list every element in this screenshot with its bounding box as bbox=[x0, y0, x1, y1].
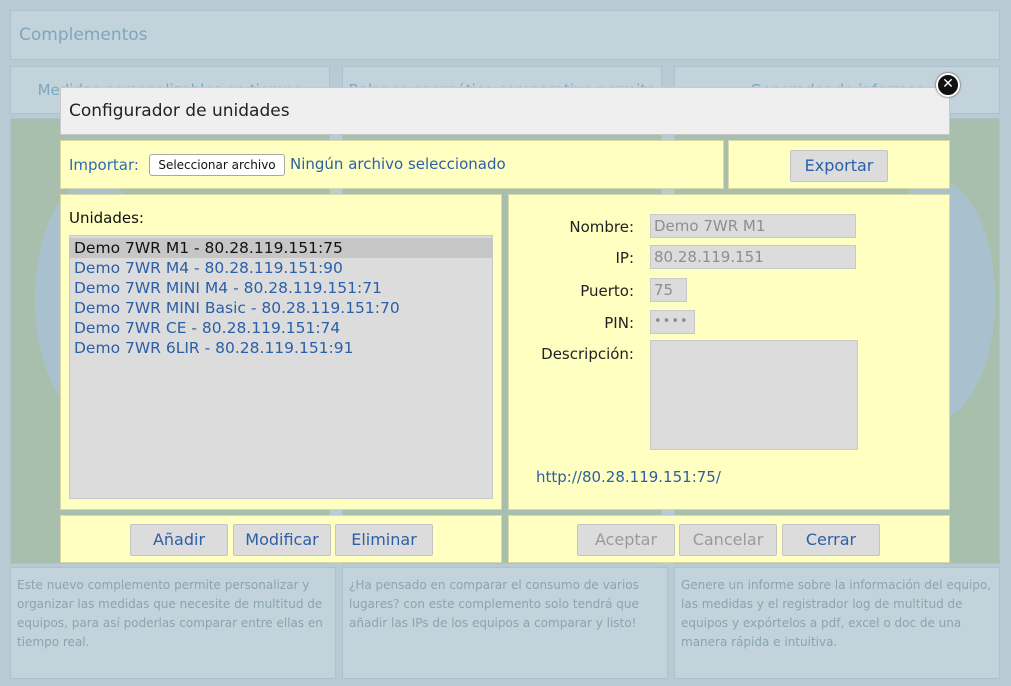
modal-title: Configurador de unidades bbox=[60, 87, 950, 135]
close-icon[interactable]: ✕ bbox=[936, 73, 960, 97]
description-label: Descripción: bbox=[541, 345, 634, 363]
import-panel: Importar: Seleccionar archivo Ningún arc… bbox=[60, 140, 724, 189]
port-label: Puerto: bbox=[580, 282, 634, 300]
add-button[interactable]: Añadir bbox=[130, 524, 228, 556]
list-actions-panel: Añadir Modificar Eliminar bbox=[60, 515, 502, 563]
units-label: Unidades: bbox=[69, 209, 144, 227]
list-item[interactable]: Demo 7WR MINI M4 - 80.28.119.151:71 bbox=[70, 278, 492, 298]
bg-card-desc-2: ¿Ha pensado en comparar el consumo de va… bbox=[342, 567, 668, 679]
port-field[interactable]: 75 bbox=[650, 278, 687, 302]
form-actions-panel: Aceptar Cancelar Cerrar bbox=[508, 515, 950, 563]
list-item[interactable]: Demo 7WR CE - 80.28.119.151:74 bbox=[70, 318, 492, 338]
cancel-button[interactable]: Cancelar bbox=[679, 524, 777, 556]
select-file-button[interactable]: Seleccionar archivo bbox=[149, 154, 285, 176]
export-panel: Exportar bbox=[728, 140, 950, 189]
export-button[interactable]: Exportar bbox=[790, 150, 888, 182]
accept-button[interactable]: Aceptar bbox=[577, 524, 675, 556]
delete-button[interactable]: Eliminar bbox=[335, 524, 433, 556]
file-status: Ningún archivo seleccionado bbox=[290, 155, 506, 173]
name-field[interactable]: Demo 7WR M1 bbox=[650, 214, 856, 238]
units-list[interactable]: Demo 7WR M1 - 80.28.119.151:75 Demo 7WR … bbox=[69, 235, 493, 499]
ip-field[interactable]: 80.28.119.151 bbox=[650, 245, 856, 269]
list-item[interactable]: Demo 7WR M1 - 80.28.119.151:75 bbox=[70, 238, 492, 258]
list-item[interactable]: Demo 7WR MINI Basic - 80.28.119.151:70 bbox=[70, 298, 492, 318]
name-label: Nombre: bbox=[569, 218, 634, 236]
unit-url-link[interactable]: http://80.28.119.151:75/ bbox=[536, 468, 721, 486]
import-label: Importar: bbox=[69, 156, 139, 174]
units-panel: Unidades: Demo 7WR M1 - 80.28.119.151:75… bbox=[60, 194, 502, 510]
close-button[interactable]: Cerrar bbox=[782, 524, 880, 556]
pin-field[interactable]: •••• bbox=[650, 310, 695, 334]
list-item[interactable]: Demo 7WR 6LIR - 80.28.119.151:91 bbox=[70, 338, 492, 358]
bg-card-desc-1: Este nuevo complemento permite personali… bbox=[10, 567, 336, 679]
pin-label: PIN: bbox=[604, 314, 634, 332]
list-item[interactable]: Demo 7WR M4 - 80.28.119.151:90 bbox=[70, 258, 492, 278]
modify-button[interactable]: Modificar bbox=[233, 524, 331, 556]
bg-header-title: Complementos bbox=[10, 10, 1000, 60]
description-textarea[interactable] bbox=[650, 340, 858, 450]
unit-detail-panel: Nombre: Demo 7WR M1 IP: 80.28.119.151 Pu… bbox=[508, 194, 950, 510]
ip-label: IP: bbox=[615, 249, 634, 267]
bg-card-desc-3: Genere un informe sobre la información d… bbox=[674, 567, 1000, 679]
